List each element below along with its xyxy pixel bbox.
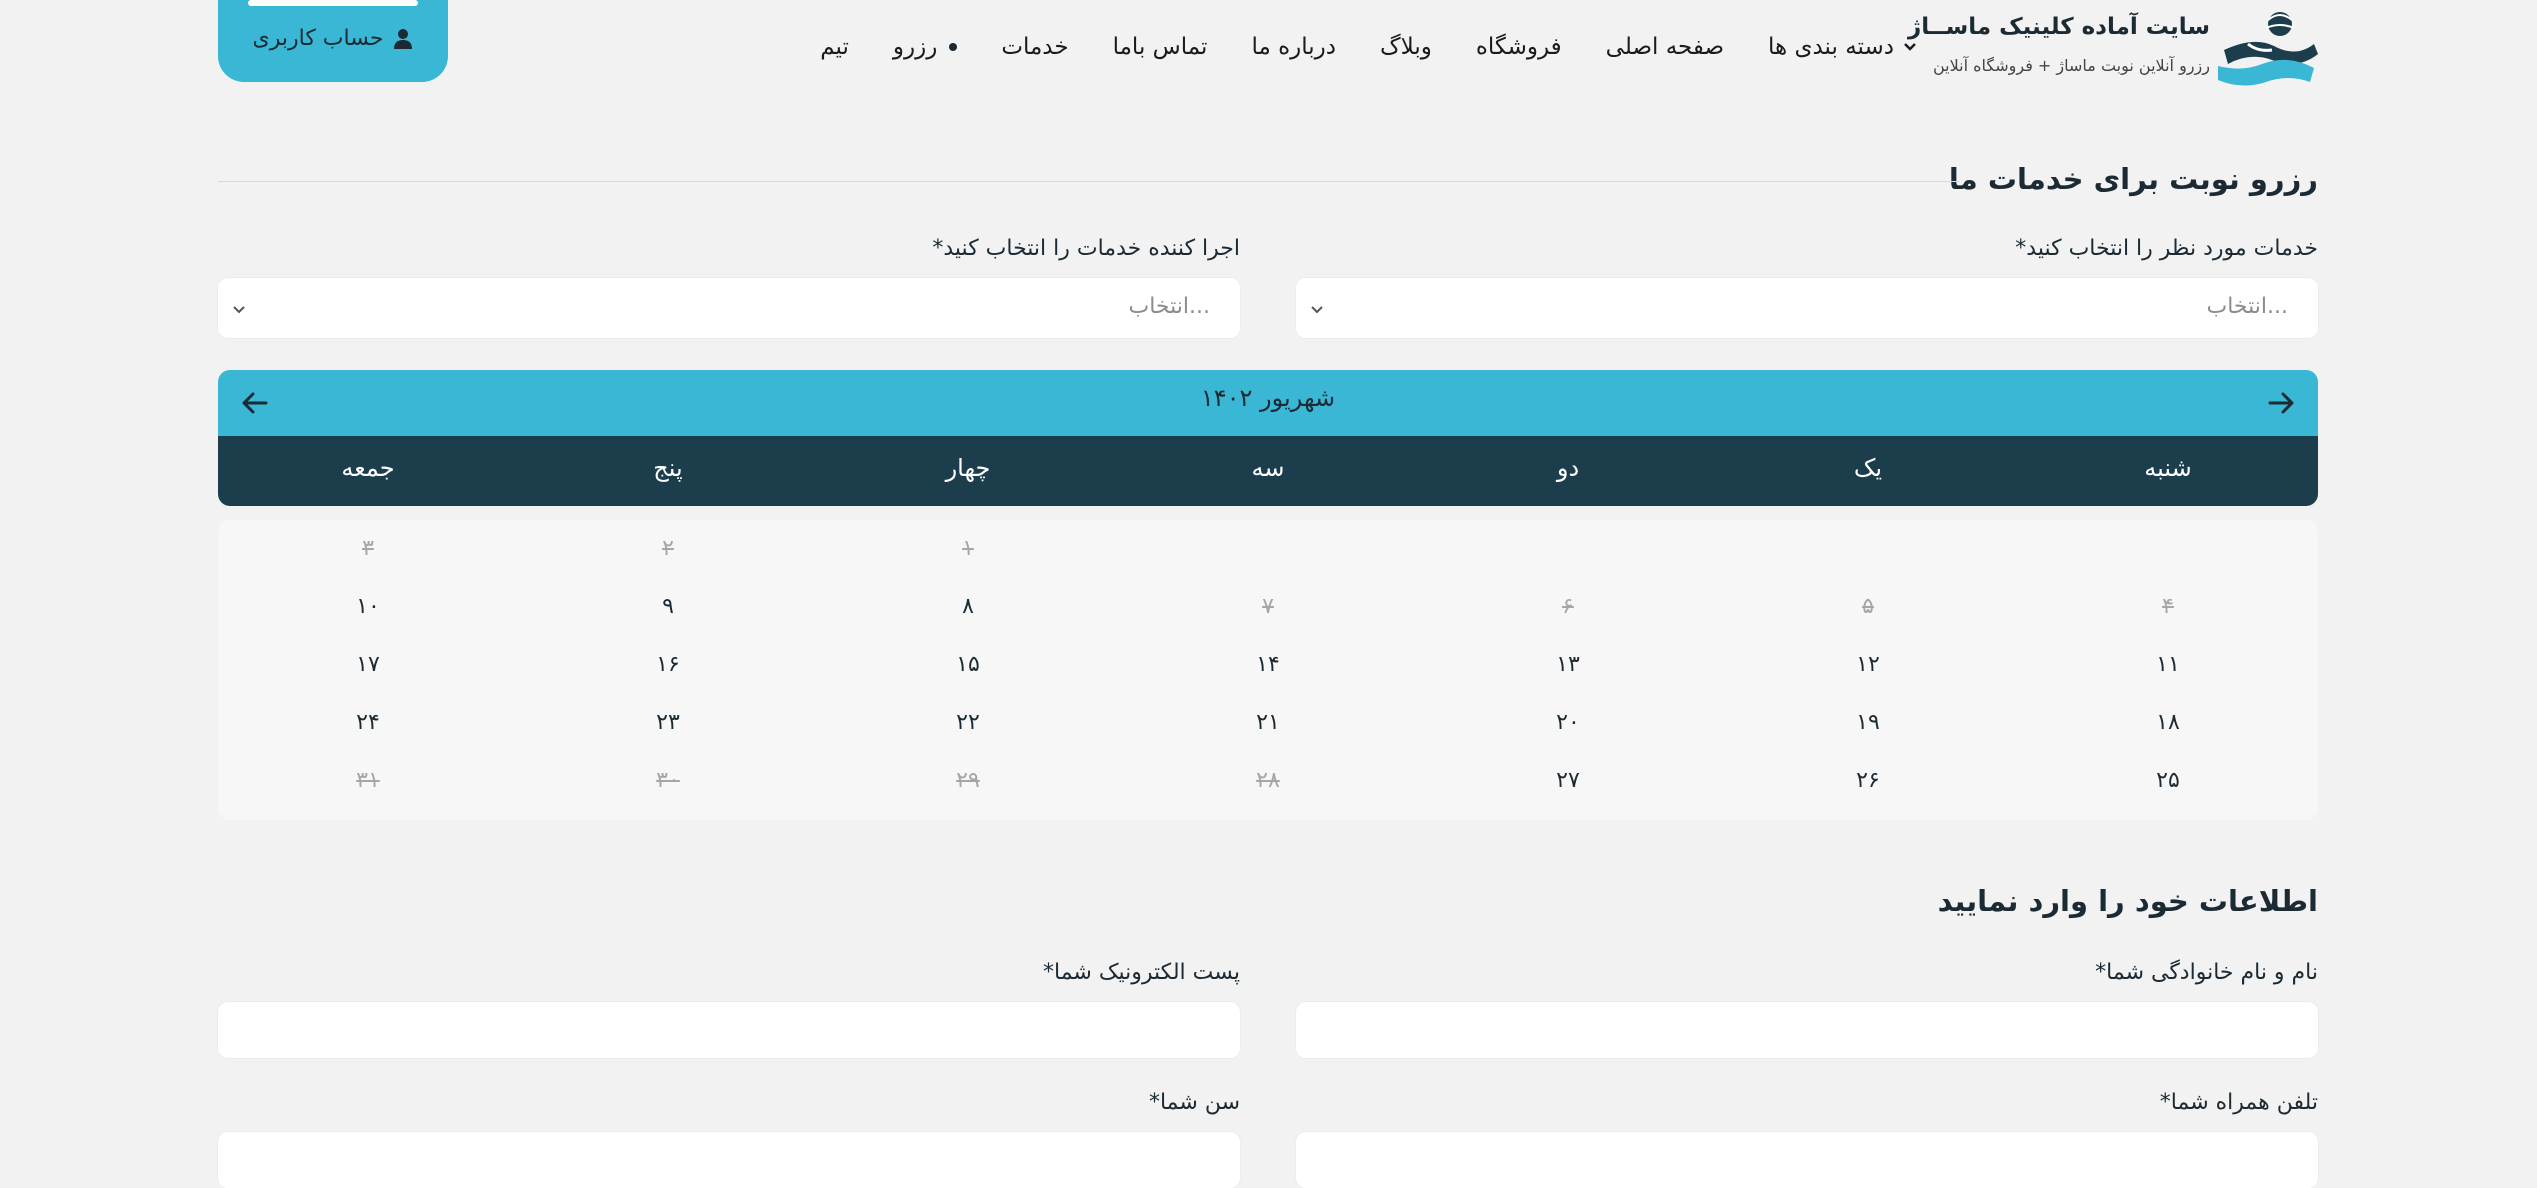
site-title: سایت آماده کلینیک ماســاژ — [1908, 14, 2210, 40]
active-dot-icon — [949, 43, 958, 51]
calendar-day: ۵ — [1862, 594, 1874, 619]
site-logo[interactable]: سایت آماده کلینیک ماســاژ رزرو آنلاین نو… — [1908, 8, 2318, 88]
chevron-down-icon — [233, 306, 245, 314]
calendar-day[interactable]: ۱۵ — [818, 636, 1118, 694]
calendar-day[interactable]: ۱۲ — [1718, 636, 2018, 694]
calendar-day: ۳۰ — [656, 768, 680, 793]
nav-item-0[interactable]: دسته بندی ها — [1768, 34, 1918, 60]
arrow-right-icon[interactable] — [2264, 386, 2298, 420]
email-input[interactable] — [218, 1002, 1240, 1058]
calendar-day[interactable]: ۱۳ — [1418, 636, 1718, 694]
nav-item-3[interactable]: وبلاگ — [1380, 34, 1432, 60]
nav-item-label: تیم — [820, 34, 849, 60]
nav-item-label: رزرو — [892, 34, 938, 60]
calendar-day[interactable]: ۱۷ — [218, 636, 518, 694]
calendar-day[interactable]: ۲۴ — [218, 694, 518, 752]
weekday-label: یک — [1853, 454, 1883, 482]
nav-item-4[interactable]: درباره ما — [1251, 34, 1336, 60]
nav-item-label: دسته بندی ها — [1768, 34, 1894, 60]
name-label: نام و نام خانوادگی شما* — [2095, 960, 2318, 985]
nav-item-5[interactable]: تماس باما — [1113, 34, 1208, 60]
calendar-day: ۶ — [1562, 594, 1574, 619]
account-label: حساب کاربری — [252, 26, 384, 51]
calendar-day: ۷ — [1262, 594, 1274, 619]
nav-item-8[interactable]: تیم — [820, 34, 849, 60]
booking-title: رزرو نوبت برای خدمات ما — [1948, 162, 2318, 196]
calendar-grid: ۱ ۲ ۳ ۴ ۵ ۶ ۷ ۸ ۹ ۱۰ ۱۱ ۱۲ ۱۳ ۱۴ ۱۵ ۱۶ ۱۷ ۱۸ ۱۹ ۲۰ ۲۱ ۲۲ ۲۳ ۲۴ ۲… — [218, 520, 2318, 820]
chevron-down-icon — [1904, 43, 1916, 51]
calendar-day[interactable]: ۱۸ — [2018, 694, 2318, 752]
calendar-day: ۲ — [662, 536, 674, 561]
calendar-day[interactable]: ۲۷ — [1418, 752, 1718, 810]
age-input[interactable] — [218, 1132, 1240, 1188]
service-select-placeholder: انتخاب... — [2206, 294, 2288, 319]
main-nav: دسته بندی ها صفحه اصلی فروشگاه وبلاگ درباره … — [820, 24, 1918, 70]
nav-item-label: درباره ما — [1251, 34, 1337, 60]
nav-item-label: تماس باما — [1112, 34, 1208, 60]
calendar-day[interactable]: ۲۰ — [1418, 694, 1718, 752]
calendar-day: ۲۹ — [956, 768, 980, 793]
booking-title-divider — [218, 181, 1960, 182]
calendar-day[interactable]: ۲۵ — [2018, 752, 2318, 810]
nav-item-label: وبلاگ — [1380, 34, 1432, 60]
weekday-label: سه — [1251, 454, 1285, 482]
calendar-header: شهریور ۱۴۰۲ — [218, 370, 2318, 436]
provider-label: اجرا کننده خدمات را انتخاب کنید* — [932, 236, 1240, 261]
calendar-day[interactable]: ۲۱ — [1118, 694, 1418, 752]
calendar-day: ۲۸ — [1256, 768, 1280, 793]
calendar-day[interactable]: ۱۴ — [1118, 636, 1418, 694]
personal-title: اطلاعات خود را وارد نمایید — [1937, 884, 2318, 918]
nav-item-label: صفحه اصلی — [1605, 34, 1725, 60]
chevron-down-icon — [1311, 306, 1323, 314]
calendar-day[interactable]: ۱۹ — [1718, 694, 2018, 752]
nav-item-6[interactable]: خدمات — [1001, 34, 1068, 60]
nav-item-7[interactable]: رزرو — [892, 34, 958, 60]
calendar-day[interactable]: ۲۳ — [518, 694, 818, 752]
weekday-label: پنج — [653, 454, 683, 482]
massage-logo-icon — [2218, 12, 2318, 86]
nav-item-1[interactable]: صفحه اصلی — [1606, 34, 1724, 60]
weekday-label: جمعه — [341, 454, 395, 482]
site-subtitle: رزرو آنلاین نوبت ماساژ + فروشگاه آنلاین — [1932, 56, 2210, 75]
calendar-day[interactable]: ۱۶ — [518, 636, 818, 694]
calendar-day[interactable]: ۲۲ — [818, 694, 1118, 752]
nav-item-label: خدمات — [1001, 34, 1069, 60]
calendar-day[interactable]: ۹ — [518, 578, 818, 636]
calendar-day[interactable]: ۲۶ — [1718, 752, 2018, 810]
provider-select[interactable]: انتخاب... — [218, 278, 1240, 338]
calendar-day: ۱ — [962, 536, 974, 561]
page: سایت آماده کلینیک ماســاژ رزرو آنلاین نو… — [218, 0, 2318, 1188]
account-strip — [248, 0, 418, 6]
weekday-label: چهار — [945, 454, 991, 482]
name-input[interactable] — [1296, 1002, 2318, 1058]
service-label: خدمات مورد نظر را انتخاب کنید* — [2015, 236, 2318, 261]
weekday-label: شنبه — [2144, 454, 2192, 482]
service-select[interactable]: انتخاب... — [1296, 278, 2318, 338]
calendar-day[interactable]: ۱۱ — [2018, 636, 2318, 694]
nav-item-label: فروشگاه — [1475, 34, 1562, 60]
calendar-day: ۴ — [2162, 594, 2174, 619]
calendar-day: ۳ — [362, 536, 374, 561]
phone-label: تلفن همراه شما* — [2159, 1090, 2318, 1115]
provider-select-placeholder: انتخاب... — [1128, 294, 1210, 319]
email-label: پست الکترونیک شما* — [1042, 960, 1240, 985]
weekday-label: دو — [1556, 454, 1580, 482]
calendar-day[interactable]: ۱۰ — [218, 578, 518, 636]
calendar-month: شهریور ۱۴۰۲ — [1200, 384, 1336, 412]
user-icon — [394, 28, 413, 49]
calendar-day[interactable]: ۸ — [818, 578, 1118, 636]
calendar-day: ۳۱ — [356, 768, 380, 793]
phone-input[interactable] — [1296, 1132, 2318, 1188]
calendar-weekdays: شنبه یک دو سه چهار پنج جمعه — [218, 436, 2318, 506]
nav-item-2[interactable]: فروشگاه — [1476, 34, 1562, 60]
account-button[interactable]: حساب کاربری — [218, 0, 448, 82]
age-label: سن شما* — [1148, 1090, 1240, 1115]
